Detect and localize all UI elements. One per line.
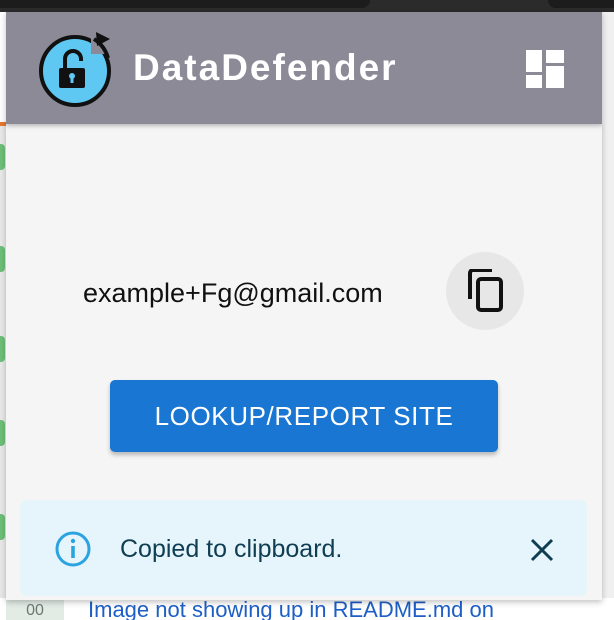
question-link[interactable]: Image not showing up in README.md on <box>88 597 494 620</box>
browser-tab <box>0 0 370 8</box>
status-marker <box>0 336 5 362</box>
clipboard-alert: Copied to clipboard. <box>20 500 587 596</box>
app-title: DataDefender <box>133 47 398 88</box>
generated-email: example+Fg@gmail.com <box>83 278 383 308</box>
copy-icon <box>468 269 503 312</box>
status-marker <box>0 514 5 540</box>
browser-tab <box>548 0 614 8</box>
dashboard-button[interactable] <box>522 46 568 92</box>
browser-top-bar <box>0 0 614 12</box>
info-icon <box>55 531 91 567</box>
alert-close-button[interactable] <box>524 532 560 568</box>
answer-count-badge: 00 <box>6 600 64 620</box>
extension-popup: DataDefender example+Fg@gmail.com LOOKUP… <box>6 12 602 600</box>
status-marker <box>0 144 5 170</box>
logo-icon <box>39 30 116 107</box>
close-icon <box>530 538 554 562</box>
status-marker <box>0 420 5 446</box>
status-marker <box>0 246 5 272</box>
page-scroll-area <box>601 12 614 620</box>
popup-header: DataDefender <box>6 12 602 124</box>
dashboard-icon <box>526 50 564 88</box>
lookup-report-site-button[interactable]: LOOKUP/REPORT SITE <box>110 380 498 452</box>
alert-message: Copied to clipboard. <box>120 535 343 563</box>
copy-email-button[interactable] <box>446 252 524 330</box>
email-row: example+Fg@gmail.com <box>6 252 602 332</box>
